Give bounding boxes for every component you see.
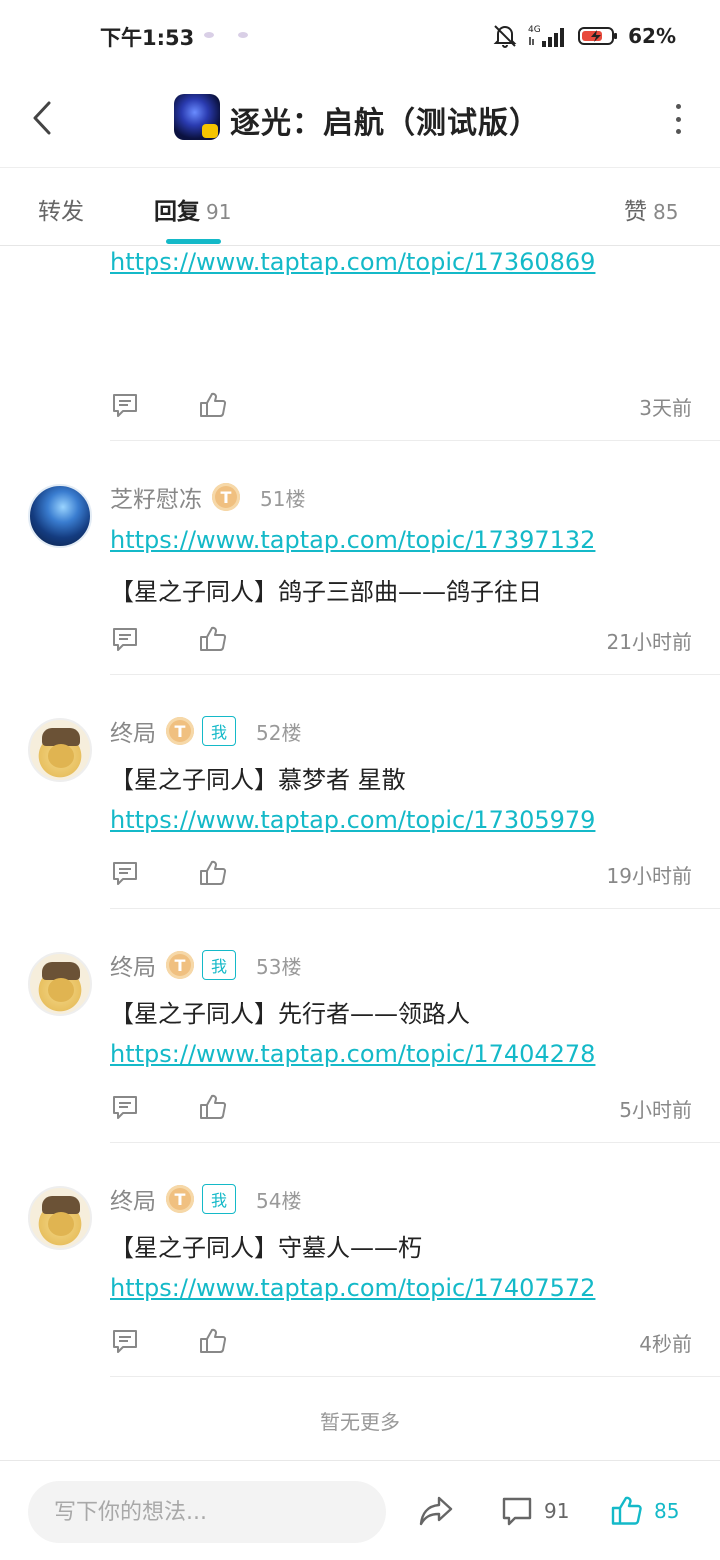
- post-meta: 芝籽慰冻 T 51楼: [110, 480, 305, 514]
- notification-dot-icon: [238, 32, 248, 38]
- topic-link[interactable]: https://www.taptap.com/topic/17397132: [110, 526, 595, 554]
- username[interactable]: 终局: [110, 1182, 156, 1216]
- post-time: 4秒前: [639, 1332, 692, 1356]
- like-icon[interactable]: [198, 858, 228, 888]
- tab-likes[interactable]: 赞 85: [624, 192, 678, 226]
- like-icon[interactable]: [198, 1092, 228, 1122]
- avatar[interactable]: [28, 484, 92, 548]
- comments-button[interactable]: 91: [500, 1491, 569, 1531]
- like-icon[interactable]: [198, 624, 228, 654]
- divider: [110, 1142, 720, 1143]
- battery-percent: 62%: [628, 24, 676, 48]
- mute-bell-icon: [493, 25, 517, 48]
- floor-number: 54楼: [256, 1188, 302, 1213]
- tab-label: 回复: [154, 199, 200, 225]
- comment-input[interactable]: [28, 1481, 386, 1543]
- share-button[interactable]: [418, 1491, 454, 1531]
- floor-number: 53楼: [256, 954, 302, 979]
- post-time: 19小时前: [606, 864, 692, 888]
- avatar[interactable]: [28, 718, 92, 782]
- network-label: 4G: [528, 25, 541, 35]
- header: 逐光：启航（测试版）: [0, 70, 720, 168]
- no-more-label: 暂无更多: [320, 1410, 400, 1434]
- app-badge-icon: [202, 124, 218, 138]
- post-time: 5小时前: [619, 1098, 692, 1122]
- thumbs-up-icon: [611, 1496, 642, 1525]
- level-badge-icon: T: [212, 483, 240, 511]
- comment-icon[interactable]: [110, 1092, 140, 1122]
- battery-icon: [578, 27, 618, 45]
- comment-icon[interactable]: [110, 390, 140, 420]
- tab-count: 91: [206, 200, 232, 224]
- topic-link[interactable]: https://www.taptap.com/topic/17305979: [110, 806, 595, 834]
- username[interactable]: 芝籽慰冻: [110, 480, 202, 514]
- post-actions: 4秒前: [110, 1324, 692, 1360]
- status-bar: 下午1:53 4G 62%: [0, 0, 720, 70]
- username[interactable]: 终局: [110, 714, 156, 748]
- comment-icon[interactable]: [110, 624, 140, 654]
- more-options-button[interactable]: [670, 104, 686, 134]
- post-actions: 3天前: [110, 388, 692, 424]
- level-badge-icon: T: [166, 1185, 194, 1213]
- tab-bar: 转发 回复 91 赞 85: [0, 168, 720, 246]
- tab-label: 转发: [38, 199, 84, 225]
- divider: [110, 674, 720, 675]
- topic-link[interactable]: https://www.taptap.com/topic/17404278: [110, 1040, 595, 1068]
- me-tag: 我: [202, 716, 237, 746]
- divider: [110, 908, 720, 909]
- bottom-bar: 91 85: [0, 1460, 720, 1560]
- topic-link[interactable]: https://www.taptap.com/topic/17360869: [110, 248, 595, 276]
- comment-icon: [502, 1497, 532, 1526]
- level-badge-icon: T: [166, 951, 194, 979]
- post-actions: 21小时前: [110, 622, 692, 658]
- me-tag: 我: [202, 1184, 237, 1214]
- avatar[interactable]: [28, 952, 92, 1016]
- username[interactable]: 终局: [110, 948, 156, 982]
- post-text: 【星之子同人】鸽子三部曲——鸽子往日: [110, 578, 542, 606]
- tab-active-indicator: [166, 239, 221, 244]
- floor-number: 52楼: [256, 720, 302, 745]
- post-time: 21小时前: [606, 630, 692, 654]
- reply-list[interactable]: https://www.taptap.com/topic/17360869 3天…: [0, 246, 720, 1460]
- post-meta: 终局 T 我 52楼: [110, 714, 301, 748]
- like-button[interactable]: 85: [610, 1491, 679, 1531]
- topic-link[interactable]: https://www.taptap.com/topic/17407572: [110, 1274, 595, 1302]
- post-text: 【星之子同人】慕梦者 星散: [110, 766, 406, 794]
- like-icon[interactable]: [198, 390, 228, 420]
- chevron-left-icon: [33, 101, 51, 135]
- tab-replies[interactable]: 回复 91: [154, 192, 231, 226]
- app-icon[interactable]: [174, 94, 220, 140]
- divider: [110, 1376, 720, 1377]
- tab-label: 赞: [624, 199, 647, 225]
- post-time: 3天前: [639, 396, 692, 420]
- post-meta: 终局 T 我 54楼: [110, 1182, 301, 1216]
- dot-icon: [675, 129, 681, 134]
- dot-icon: [675, 104, 681, 109]
- comment-icon[interactable]: [110, 858, 140, 888]
- status-time: 下午1:53: [100, 26, 195, 50]
- share-icon: [419, 1496, 453, 1526]
- tab-count: 85: [653, 200, 679, 224]
- page-title: 逐光：启航（测试版）: [230, 106, 540, 141]
- avatar[interactable]: [28, 1186, 92, 1250]
- notification-dot-icon: [204, 32, 214, 38]
- signal-icon: 4G: [528, 25, 565, 47]
- comment-count: 91: [544, 1499, 570, 1523]
- post-actions: 5小时前: [110, 1090, 692, 1126]
- floor-number: 51楼: [260, 486, 306, 511]
- post-text: 【星之子同人】守墓人——朽: [110, 1234, 422, 1262]
- tab-forward[interactable]: 转发: [38, 192, 84, 226]
- comment-icon[interactable]: [110, 1326, 140, 1356]
- level-badge-icon: T: [166, 717, 194, 745]
- like-count: 85: [654, 1499, 680, 1523]
- post-actions: 19小时前: [110, 856, 692, 892]
- divider: [110, 440, 720, 441]
- me-tag: 我: [202, 950, 237, 980]
- post-text: 【星之子同人】先行者——领路人: [110, 1000, 470, 1028]
- dot-icon: [675, 116, 681, 122]
- back-button[interactable]: [22, 96, 62, 140]
- like-icon[interactable]: [198, 1326, 228, 1356]
- post-meta: 终局 T 我 53楼: [110, 948, 301, 982]
